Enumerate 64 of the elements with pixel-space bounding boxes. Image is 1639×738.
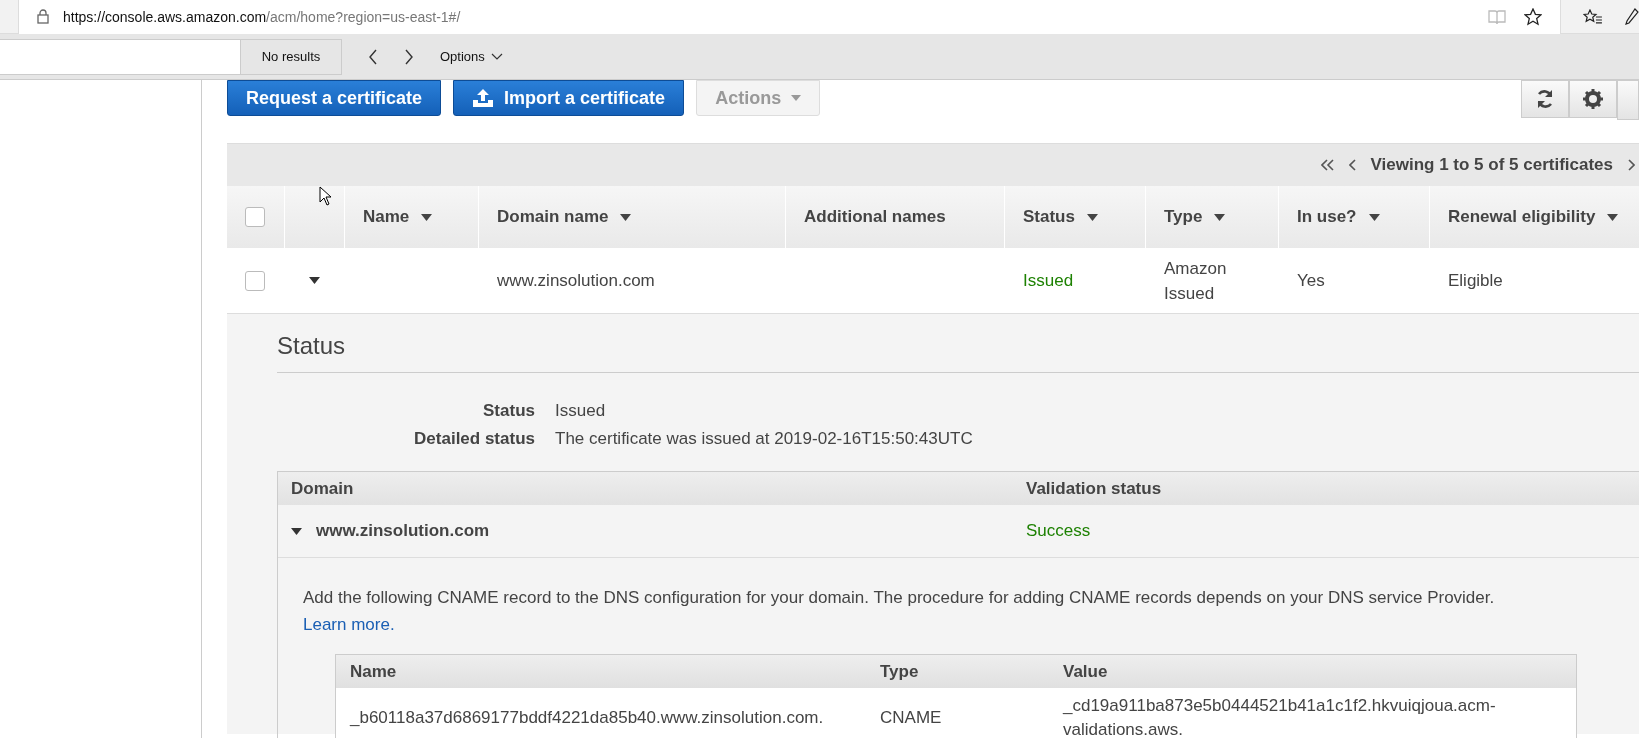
table-cell-text: CNAME: [880, 708, 943, 728]
column-header[interactable]: Domain name: [479, 186, 786, 248]
find-result: No results: [241, 38, 342, 75]
learn-more-link[interactable]: Learn more.: [303, 615, 395, 634]
table-cell: www.zinsolution.com: [497, 270, 655, 291]
first-page-icon[interactable]: [1320, 159, 1335, 171]
upload-icon: [472, 88, 495, 108]
previous-page-icon[interactable]: [1348, 159, 1357, 171]
address-field[interactable]: https://console.aws.amazon.com/acm/home?region=us-east-1#/: [18, 0, 1562, 34]
options-button[interactable]: Options: [436, 45, 507, 68]
validation-status: Success: [1026, 521, 1091, 541]
pagination-text: Viewing 1 to 5 of 5 certificates: [1370, 155, 1613, 175]
field-label: Status: [482, 401, 535, 421]
column-header[interactable]: Renewal eligibility: [1430, 186, 1639, 248]
table-cell-text: _b60118a37d6869177bddf4221da85b40.www.zinsolution.com.: [348, 708, 825, 728]
lock-icon: [37, 9, 49, 24]
settings-icon: [1583, 89, 1603, 109]
cursor-icon: [319, 186, 332, 206]
expand-icon[interactable]: [309, 277, 320, 284]
sort-caret-icon[interactable]: [421, 213, 433, 221]
table-cell-text: _cd19a911ba873e5b0444521b41a1c1f2.hkvuiqjoua.acm-validations.aws.: [1063, 695, 1497, 738]
column-header: Name: [349, 661, 398, 682]
table-cell: Yes: [1297, 270, 1325, 291]
column-header[interactable]: Status: [1005, 186, 1146, 248]
request-button[interactable]: Request a certificate: [227, 80, 442, 116]
import-button[interactable]: Import a certificate: [453, 80, 685, 116]
column-header[interactable]: In use?: [1279, 186, 1430, 248]
sort-caret-icon[interactable]: [1368, 213, 1380, 221]
select-all-checkbox[interactable]: [245, 207, 265, 227]
row-checkbox[interactable]: [245, 270, 265, 291]
field-value: The certificate was issued at 2019-02-16T15:50:43UTC: [555, 429, 974, 449]
url-text: https://console.aws.amazon.com/acm/home?region=us-east-1#/: [63, 8, 462, 25]
table-cell: Eligible: [1448, 270, 1503, 291]
table-cell-text: Amazon Issued: [1164, 257, 1228, 305]
caret-icon: [791, 95, 802, 101]
section-heading: Status: [277, 314, 1639, 373]
sort-caret-icon[interactable]: [1607, 213, 1619, 221]
sort-caret-icon[interactable]: [1214, 213, 1226, 221]
domain-name: www.zinsolution.com: [316, 521, 490, 541]
column-header: Validation status: [1026, 478, 1162, 499]
chevron-icon: [490, 52, 503, 61]
previous-icon[interactable]: [368, 48, 378, 65]
refresh-button[interactable]: [1521, 80, 1569, 118]
field-label: Detailed status: [413, 429, 535, 449]
next-icon[interactable]: [404, 48, 414, 65]
column-header: Domain: [290, 478, 355, 499]
star-icon[interactable]: [1524, 7, 1543, 26]
column-header[interactable]: Additional names: [786, 186, 1005, 248]
field-value: Issued: [555, 401, 607, 421]
pen-icon[interactable]: [1625, 7, 1639, 26]
sort-caret-icon[interactable]: [620, 213, 632, 221]
column-header: Value: [1063, 661, 1108, 682]
find-field[interactable]: [0, 38, 241, 75]
column-header: Type: [880, 661, 920, 682]
settings-button[interactable]: [1569, 80, 1617, 118]
column-header[interactable]: Type: [1146, 186, 1279, 248]
favorites-icon[interactable]: [1583, 8, 1604, 25]
column-header[interactable]: Name: [345, 186, 479, 248]
refresh-icon: [1535, 89, 1555, 109]
instructions-text: Add the following CNAME record to the DNS configuration for your domain. The procedure for adding CNAME records depends on your DNS service Provider.: [303, 588, 1495, 607]
next-page-icon[interactable]: [1627, 159, 1635, 171]
status-text: Issued: [1023, 270, 1074, 291]
sort-caret-icon[interactable]: [1086, 213, 1098, 221]
expand-icon[interactable]: [291, 527, 302, 535]
